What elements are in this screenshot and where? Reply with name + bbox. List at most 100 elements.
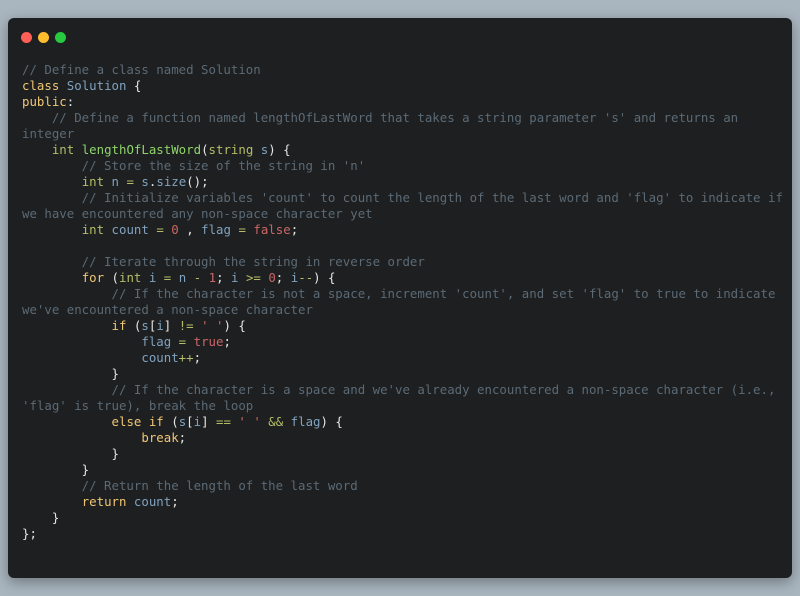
code-token: ; bbox=[223, 334, 231, 349]
code-token: ] bbox=[163, 318, 179, 333]
code-token: >= bbox=[245, 270, 261, 285]
code-line: }; bbox=[22, 526, 782, 542]
code-token: [ bbox=[186, 414, 194, 429]
code-token: ( bbox=[104, 270, 119, 285]
minimize-button[interactable] bbox=[38, 32, 49, 43]
code-line: return count; bbox=[22, 494, 782, 510]
code-line: break; bbox=[22, 430, 782, 446]
code-token: // If the character is a space and we've… bbox=[22, 382, 776, 397]
code-window: // Define a class named Solution class So… bbox=[8, 18, 792, 578]
code-line: // If the character is not a space, incr… bbox=[22, 286, 782, 302]
code-token: if bbox=[148, 414, 164, 429]
code-token: else bbox=[111, 414, 142, 429]
code-line: class Solution { bbox=[22, 78, 782, 94]
code-line: // Return the length of the last word bbox=[22, 478, 782, 494]
code-token: flag bbox=[290, 414, 321, 429]
code-line: // Define a function named lengthOfLastW… bbox=[22, 110, 782, 126]
code-token: n bbox=[111, 174, 120, 189]
code-token: i bbox=[193, 414, 202, 429]
maximize-button[interactable] bbox=[55, 32, 66, 43]
code-token: } bbox=[22, 446, 119, 461]
code-token: ) { bbox=[223, 318, 246, 333]
code-token: count bbox=[141, 350, 179, 365]
code-token: } bbox=[22, 510, 60, 525]
code-token: = bbox=[126, 174, 134, 189]
code-token: true bbox=[193, 334, 224, 349]
code-token: != bbox=[178, 318, 194, 333]
code-token: if bbox=[111, 318, 127, 333]
code-token: flag bbox=[201, 222, 231, 237]
window-controls bbox=[21, 32, 66, 43]
code-line: public: bbox=[22, 94, 782, 110]
code-token: }; bbox=[22, 526, 37, 541]
code-token: ( bbox=[126, 318, 142, 333]
code-token: public bbox=[22, 94, 67, 109]
code-token: ; bbox=[171, 494, 179, 509]
code-token: flag bbox=[141, 334, 172, 349]
code-token: = bbox=[156, 222, 164, 237]
code-token: 'flag' is true), break the loop bbox=[22, 398, 254, 413]
code-line: else if (s[i] == ' ' && flag) { bbox=[22, 414, 782, 430]
code-token: 1 bbox=[208, 270, 217, 285]
code-token: we have encountered any non-space charac… bbox=[22, 206, 373, 221]
code-token: ; bbox=[178, 430, 187, 445]
code-token: // Iterate through the string in reverse… bbox=[22, 254, 425, 269]
code-token: integer bbox=[22, 126, 75, 141]
code-token: 0 bbox=[268, 270, 276, 285]
code-token: false bbox=[253, 222, 291, 237]
code-token: { bbox=[126, 78, 142, 93]
code-block: // Define a class named Solution class So… bbox=[22, 62, 783, 542]
code-token: return bbox=[81, 494, 127, 509]
code-line: } bbox=[22, 510, 782, 526]
code-token: } bbox=[22, 366, 119, 381]
code-token: ] bbox=[201, 414, 217, 429]
code-token: // Initialize variables 'count' to count… bbox=[22, 190, 783, 205]
code-token: we've encountered a non-space character bbox=[22, 302, 313, 317]
code-line: integer bbox=[22, 126, 782, 142]
code-token: ( bbox=[163, 414, 179, 429]
close-button[interactable] bbox=[21, 32, 32, 43]
code-token: ) { bbox=[313, 270, 336, 285]
code-token: break bbox=[141, 430, 179, 445]
code-token: s bbox=[141, 174, 149, 189]
code-token: (); bbox=[186, 174, 209, 189]
code-token: ) { bbox=[268, 142, 291, 157]
code-token: ++ bbox=[178, 350, 194, 365]
code-line: // Initialize variables 'count' to count… bbox=[22, 190, 783, 206]
code-token: int bbox=[119, 270, 142, 285]
code-token: ( bbox=[201, 142, 209, 157]
code-token: = bbox=[238, 222, 246, 237]
code-line: } bbox=[22, 446, 782, 462]
code-line: } bbox=[22, 462, 782, 478]
code-token: // Define a class named Solution bbox=[22, 62, 261, 77]
code-token: ' ' bbox=[238, 414, 261, 429]
code-token: lengthOfLastWord bbox=[81, 142, 202, 157]
code-token: , bbox=[178, 222, 202, 237]
code-line: int n = s.size(); bbox=[22, 174, 782, 190]
code-token: string bbox=[208, 142, 254, 157]
code-token: class bbox=[22, 78, 60, 93]
code-token: -- bbox=[298, 270, 314, 285]
code-token: // If the character is not a space, incr… bbox=[22, 286, 776, 301]
code-token: Solution bbox=[66, 78, 127, 93]
code-line: int count = 0 , flag = false; bbox=[22, 222, 782, 238]
